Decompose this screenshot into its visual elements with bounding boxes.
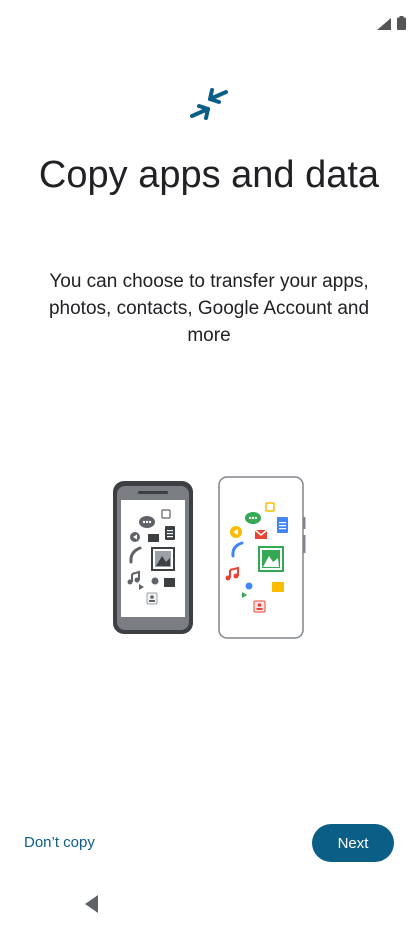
back-triangle-icon[interactable]: [82, 893, 102, 915]
new-phone-illustration: [218, 476, 306, 639]
page-description: You can choose to transfer your apps, ph…: [48, 271, 370, 346]
next-button[interactable]: Next: [312, 824, 394, 862]
old-phone-illustration: [113, 481, 193, 634]
cellular-signal-icon: [377, 18, 391, 30]
status-icons: [377, 16, 406, 30]
transfer-arrows-icon: [190, 88, 228, 120]
phone-transfer-illustration: [113, 476, 306, 639]
battery-icon: [397, 16, 406, 30]
status-bar: [0, 0, 418, 44]
dont-copy-button[interactable]: Don’t copy: [14, 826, 105, 860]
page-title: Copy apps and data: [38, 154, 380, 196]
